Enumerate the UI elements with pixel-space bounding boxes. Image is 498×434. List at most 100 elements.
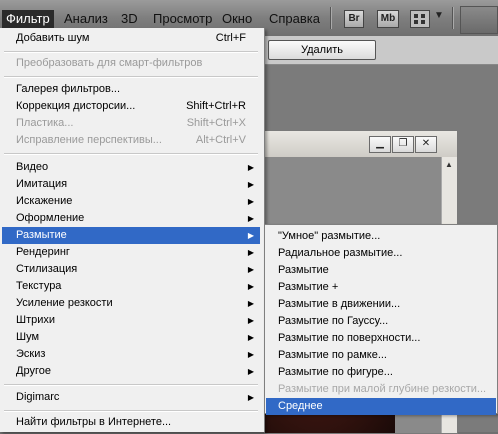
submenu-item-lens-blur: Размытие при малой глубине резкости... (266, 381, 496, 398)
submenu-arrow-icon: ▶ (247, 393, 254, 402)
menu-item-label: Штрихи (16, 314, 56, 326)
menu-item-browse-filters-online[interactable]: Найти фильтры в Интернете... (2, 414, 260, 431)
menu-item-blur[interactable]: Размытие ▶ (2, 227, 260, 244)
menu-item-render[interactable]: Рендеринг ▶ (2, 244, 260, 261)
menu-item-label: Стилизация (16, 263, 78, 275)
submenu-arrow-icon: ▶ (247, 350, 254, 359)
menu-item-label: Размытие по фигуре... (278, 366, 393, 378)
submenu-item-motion-blur[interactable]: Размытие в движении... (266, 296, 496, 313)
submenu-arrow-icon: ▶ (247, 299, 254, 308)
menu-3d[interactable]: 3D (117, 10, 142, 28)
menu-item-stylize[interactable]: Стилизация ▶ (2, 261, 260, 278)
menu-item-sketch[interactable]: Эскиз ▶ (2, 346, 260, 363)
menu-item-label: Размытие + (278, 281, 339, 293)
menu-item-label: Коррекция дисторсии... (16, 100, 136, 112)
submenu-item-blur-more[interactable]: Размытие + (266, 279, 496, 296)
menu-separator (4, 76, 258, 78)
menu-item-digimarc[interactable]: Digimarc ▶ (2, 389, 260, 406)
menu-item-label: Пластика... (16, 117, 74, 129)
menu-item-vanishing-point: Исправление перспективы... Alt+Ctrl+V (2, 132, 260, 149)
menubar-divider (330, 7, 331, 29)
menu-item-label: Искажение (16, 195, 73, 207)
submenu-arrow-icon: ▶ (247, 163, 254, 172)
menu-item-label: Digimarc (16, 391, 60, 403)
menu-item-video[interactable]: Видео ▶ (2, 159, 260, 176)
menu-item-label: Имитация (16, 178, 68, 190)
bridge-icon[interactable]: Br (344, 10, 364, 28)
menu-item-texture[interactable]: Текстура ▶ (2, 278, 260, 295)
menu-item-label: Эскиз (16, 348, 46, 360)
minimize-icon[interactable]: ▁ (369, 136, 391, 153)
submenu-arrow-icon: ▶ (247, 316, 254, 325)
menu-item-lens-correction[interactable]: Коррекция дисторсии... Shift+Ctrl+R (2, 98, 260, 115)
submenu-item-smart-blur[interactable]: "Умное" размытие... (266, 228, 496, 245)
menu-item-label: Оформление (16, 212, 85, 224)
submenu-item-shape-blur[interactable]: Размытие по фигуре... (266, 364, 496, 381)
menu-item-filter-gallery[interactable]: Галерея фильтров... (2, 81, 260, 98)
menu-analysis[interactable]: Анализ (60, 10, 112, 28)
submenu-item-surface-blur[interactable]: Размытие по поверхности... (266, 330, 496, 347)
menu-item-label: Усиление резкости (16, 297, 113, 309)
menu-item-label: Размытие при малой глубине резкости... (278, 383, 487, 395)
menu-item-label: Найти фильтры в Интернете... (16, 416, 172, 428)
mini-bridge-icon[interactable]: Mb (377, 10, 399, 28)
submenu-item-average[interactable]: Среднее (266, 398, 496, 415)
document-titlebar[interactable]: ▁ ❐ ✕ (265, 131, 457, 157)
menu-item-distort[interactable]: Искажение ▶ (2, 193, 260, 210)
menu-item-pixelate[interactable]: Оформление ▶ (2, 210, 260, 227)
menu-filter[interactable]: Фильтр (2, 10, 54, 28)
submenu-arrow-icon: ▶ (247, 265, 254, 274)
menu-item-label: Добавить шум (16, 32, 90, 44)
submenu-item-box-blur[interactable]: Размытие по рамке... (266, 347, 496, 364)
submenu-arrow-icon: ▶ (247, 214, 254, 223)
menu-item-label: Среднее (278, 400, 323, 412)
shortcut-label: Shift+Ctrl+X (186, 117, 246, 129)
menubar-divider (452, 7, 453, 29)
submenu-arrow-icon: ▶ (247, 282, 254, 291)
delete-button[interactable]: Удалить (268, 40, 376, 60)
menu-item-label: Исправление перспективы... (16, 134, 162, 146)
submenu-arrow-icon: ▶ (247, 333, 254, 342)
menu-view[interactable]: Просмотр (149, 10, 216, 28)
menu-item-other[interactable]: Другое ▶ (2, 363, 260, 380)
submenu-arrow-icon: ▶ (247, 180, 254, 189)
menu-item-label: "Умное" размытие... (278, 230, 381, 242)
filter-menu: Добавить шум Ctrl+F Преобразовать для см… (0, 28, 265, 432)
menu-item-label: Размытие (16, 229, 67, 241)
menu-separator (4, 153, 258, 155)
menu-item-add-noise[interactable]: Добавить шум Ctrl+F (2, 30, 260, 47)
menu-separator (4, 51, 258, 53)
scroll-up-icon[interactable]: ▲ (445, 160, 453, 169)
menu-item-convert-smart-filters: Преобразовать для смарт-фильтров (2, 55, 260, 72)
submenu-arrow-icon: ▶ (247, 197, 254, 206)
menu-help[interactable]: Справка (265, 10, 324, 28)
menu-item-label: Текстура (16, 280, 62, 292)
menu-item-label: Радиальное размытие... (278, 247, 403, 259)
chevron-down-icon[interactable]: ▼ (434, 10, 444, 21)
menu-item-sharpen[interactable]: Усиление резкости ▶ (2, 295, 260, 312)
menu-item-label: Видео (16, 161, 49, 173)
submenu-arrow-icon: ▶ (247, 367, 254, 376)
menu-window[interactable]: Окно (218, 10, 256, 28)
submenu-arrow-icon: ▶ (247, 231, 254, 240)
submenu-item-radial-blur[interactable]: Радиальное размытие... (266, 245, 496, 262)
menu-item-label: Другое (16, 365, 51, 377)
menu-item-label: Размытие в движении... (278, 298, 401, 310)
submenu-item-gaussian-blur[interactable]: Размытие по Гауссу... (266, 313, 496, 330)
menu-separator (4, 384, 258, 386)
menu-item-brush-strokes[interactable]: Штрихи ▶ (2, 312, 260, 329)
restore-icon[interactable]: ❐ (392, 136, 414, 153)
menu-separator (4, 410, 258, 412)
menu-item-label: Размытие по рамке... (278, 349, 387, 361)
close-icon[interactable]: ✕ (415, 136, 437, 153)
submenu-item-blur[interactable]: Размытие (266, 262, 496, 279)
menu-item-artistic[interactable]: Имитация ▶ (2, 176, 260, 193)
shortcut-label: Shift+Ctrl+R (186, 100, 246, 112)
menu-item-label: Размытие по поверхности... (278, 332, 421, 344)
view-extras-icon[interactable] (410, 10, 430, 28)
workspace-switcher[interactable] (460, 6, 498, 34)
menu-item-label: Размытие (278, 264, 329, 276)
menu-item-noise[interactable]: Шум ▶ (2, 329, 260, 346)
shortcut-label: Alt+Ctrl+V (195, 134, 246, 146)
submenu-arrow-icon: ▶ (247, 248, 254, 257)
